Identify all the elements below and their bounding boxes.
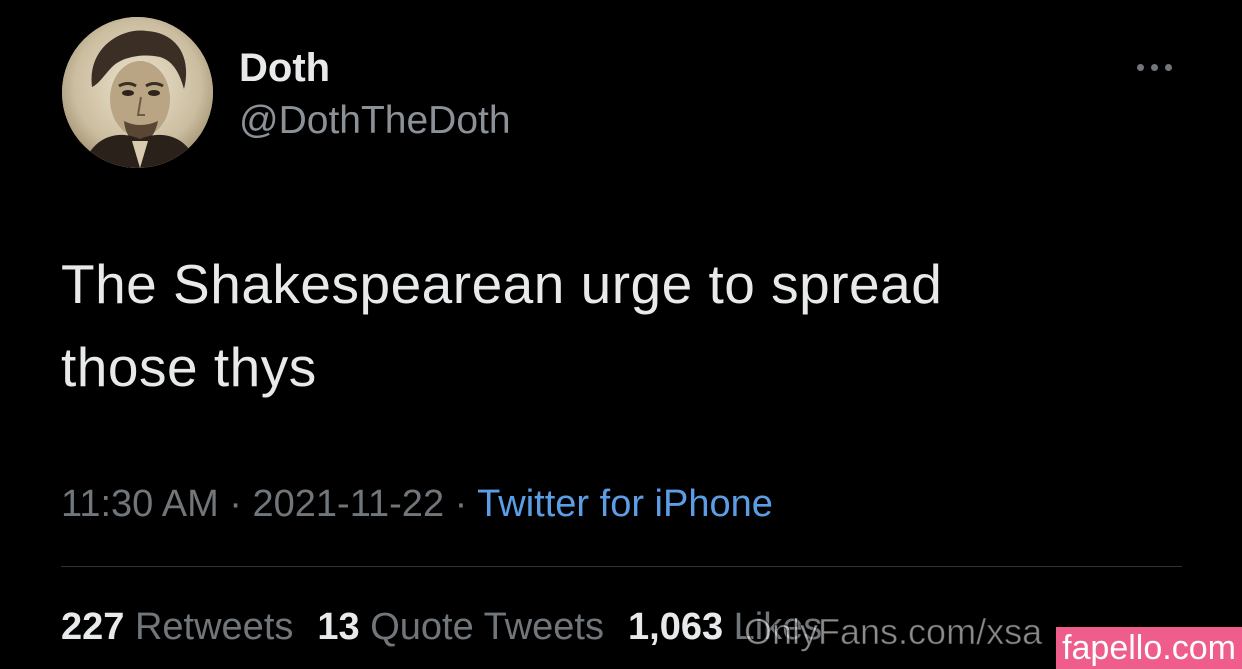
watermark-badge: fapello.com — [1056, 627, 1242, 669]
watermark-text: OnlyFans.com/xsa — [743, 611, 1043, 652]
avatar-portrait-image — [62, 17, 213, 168]
tweet: Doth @DothTheDoth The Shakespearean urge… — [0, 0, 1242, 669]
tweet-text-line-2: those thys — [61, 336, 317, 398]
divider — [61, 566, 1182, 567]
retweets-label: Retweets — [134, 606, 294, 648]
tweet-text-line-1: The Shakespearean urge to spread — [61, 253, 943, 315]
likes-count: 1,063 — [628, 606, 724, 648]
more-horizontal-icon — [1136, 63, 1144, 71]
tweet-date[interactable]: 2021-11-22 — [253, 483, 445, 525]
tweet-text: The Shakespearean urge to spread those t… — [61, 243, 1161, 409]
avatar[interactable] — [62, 17, 213, 168]
more-horizontal-icon-dot — [1164, 63, 1172, 71]
quote-tweets-count: 13 — [317, 606, 360, 648]
author-handle[interactable]: @DothTheDoth — [239, 98, 511, 144]
meta-separator: · — [454, 483, 468, 525]
quote-tweets-label: Quote Tweets — [370, 606, 604, 648]
more-horizontal-icon-dot — [1150, 63, 1158, 71]
retweets-count: 227 — [61, 606, 125, 648]
author-display-name[interactable]: Doth — [239, 44, 330, 92]
tweet-stats: 227 Retweets 13 Quote Tweets 1,063 Likes — [61, 603, 822, 651]
meta-separator: · — [229, 483, 242, 525]
tweet-source-link[interactable]: Twitter for iPhone — [477, 483, 773, 525]
tweet-metadata: 11:30 AM · 2021-11-22 · Twitter for iPho… — [61, 480, 773, 528]
quote-tweets-stat[interactable]: 13 Quote Tweets — [317, 606, 604, 648]
tweet-time[interactable]: 11:30 AM — [61, 483, 219, 525]
more-options-button[interactable] — [1126, 52, 1182, 82]
retweets-stat[interactable]: 227 Retweets — [61, 606, 293, 648]
